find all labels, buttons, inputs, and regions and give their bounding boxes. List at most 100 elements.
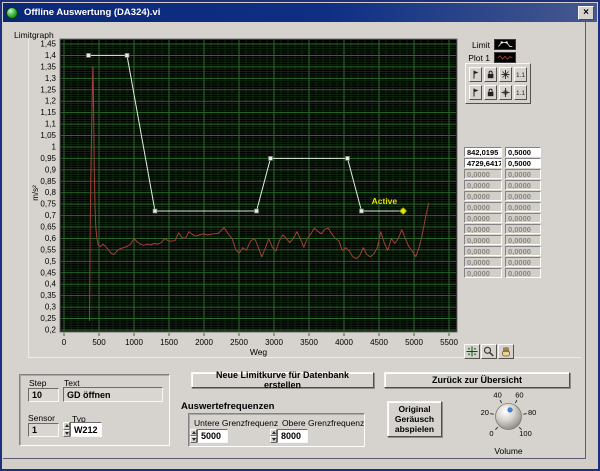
cursor-value-cell[interactable]: 0,0000 [464,224,502,234]
svg-text:60: 60 [515,391,523,400]
lower-spin-down[interactable] [190,436,197,443]
cursor-value-cell[interactable]: 0,5000 [505,158,541,168]
svg-text:0,65: 0,65 [40,223,56,232]
svg-text:0,4: 0,4 [45,280,57,289]
cursor-value-cell[interactable]: 0,0000 [464,202,502,212]
svg-text:0,7: 0,7 [45,211,57,220]
cursor1-position-button[interactable]: 1.1 [514,67,527,82]
cursor-row: 842,01950,5000 [464,147,541,157]
cursor1-lock-button[interactable] [484,67,497,82]
new-limit-curve-button[interactable]: Neue Limitkurve für Datenbank erstellen [191,372,374,388]
lower-frequency-field[interactable]: 5000 [197,429,228,443]
cursor-value-cell[interactable]: 0,0000 [464,169,502,179]
svg-text:20: 20 [481,408,489,417]
svg-text:0,55: 0,55 [40,245,56,254]
magnifier-icon [483,346,495,357]
cursor-value-cell[interactable]: 0,0000 [505,246,541,256]
svg-text:3000: 3000 [265,338,283,347]
cursor-value-cell[interactable]: 0,0000 [505,224,541,234]
volume-knob[interactable]: 020406080100 [480,388,537,445]
cursor-value-cell[interactable]: 0,0000 [505,257,541,267]
upper-spin-up[interactable] [270,429,277,436]
sensor-label: Sensor [28,413,55,423]
cursor-row: 0,00000,0000 [464,202,541,212]
svg-text:1: 1 [52,142,57,151]
limit-graph-plot[interactable]: Active0,20,250,30,350,40,450,50,550,60,6… [8,30,460,362]
typ-spin-up[interactable] [63,422,70,430]
svg-text:m/s²: m/s² [31,185,40,201]
text-field[interactable]: GD öffnen [63,387,163,402]
svg-text:0,3: 0,3 [45,303,57,312]
typ-field[interactable]: W212 [70,422,102,437]
cursor-value-cell[interactable]: 0,0000 [464,180,502,190]
cursor-value-cell[interactable]: 0,0000 [464,268,502,278]
legend-row-limit[interactable]: Limit [462,38,516,51]
vi-icon [6,7,18,19]
cursor-row: 0,00000,0000 [464,224,541,234]
frequencies-group-label: Auswertefrequenzen [181,401,274,412]
play-original-button[interactable]: Original Geräusch abspielen [387,401,442,437]
palette-zoom-button[interactable] [481,344,497,359]
cursor1-style-button[interactable] [499,67,512,82]
cursor-value-cell[interactable]: 0,0000 [464,246,502,256]
cursor-value-cell[interactable]: 0,0000 [505,213,541,223]
svg-text:1,4: 1,4 [45,51,57,60]
cursor-value-cell[interactable]: 0,0000 [464,235,502,245]
cursor-value-cell[interactable]: 0,0000 [505,180,541,190]
cursor-row: 0,00000,0000 [464,257,541,267]
legend-label-limit: Limit [462,40,494,50]
cursor-value-cell[interactable]: 0,0000 [505,268,541,278]
cursor-value-cell[interactable]: 0,0000 [505,169,541,179]
svg-text:1.1: 1.1 [516,90,525,97]
cursor-value-cell[interactable]: 0,0000 [464,213,502,223]
svg-text:0,45: 0,45 [40,268,56,277]
upper-spin-down[interactable] [270,436,277,443]
lock-icon [486,87,495,98]
typ-spin-down[interactable] [63,430,70,438]
svg-text:5000: 5000 [405,338,423,347]
crosshair-icon [466,346,478,357]
title-bar: Offline Auswertung (DA324).vi × [3,3,597,22]
limit-curve-icon[interactable] [494,39,516,50]
cursor-value-cell[interactable]: 0,0000 [505,202,541,212]
svg-text:0,25: 0,25 [40,314,56,323]
svg-text:0: 0 [62,338,67,347]
svg-text:4000: 4000 [335,338,353,347]
back-to-overview-button[interactable]: Zurück zur Übersicht [384,372,570,388]
volume-label: Volume [480,446,537,456]
svg-text:5500: 5500 [440,338,458,347]
cursor2-position-button[interactable]: 1.1 [514,85,527,100]
cursor-value-cell[interactable]: 0,5000 [505,147,541,157]
cursor-value-cell[interactable]: 0,0000 [464,257,502,267]
lower-frequency-spinner[interactable] [190,429,197,443]
cursor-row: 0,00000,0000 [464,246,541,256]
cursor-value-cell[interactable]: 842,0195 [464,147,502,157]
cursor2-lock-button[interactable] [484,85,497,100]
svg-text:1,05: 1,05 [40,131,56,140]
plot1-curve-icon[interactable] [494,52,516,63]
typ-spinner[interactable] [63,422,70,437]
upper-frequency-field[interactable]: 8000 [277,429,308,443]
cursor-value-cell[interactable]: 0,0000 [464,191,502,201]
svg-text:0,8: 0,8 [45,188,57,197]
cursor-values-table: 842,01950,50004729,64170,50000,00000,000… [464,147,541,279]
lower-spin-up[interactable] [190,429,197,436]
upper-frequency-label: Obere Grenzfrequenz [282,418,364,428]
cursor1-select-button[interactable] [469,67,482,82]
palette-crosshair-button[interactable] [464,344,480,359]
crosshair-style-icon [501,69,510,80]
cursor2-style-button[interactable] [499,85,512,100]
cursor-pointer-icon [471,69,480,80]
svg-text:0: 0 [489,429,493,438]
step-field[interactable]: 10 [28,388,59,402]
cursor-value-cell[interactable]: 0,0000 [505,191,541,201]
cursor-value-cell[interactable]: 0,0000 [505,235,541,245]
cursor-value-cell[interactable]: 4729,6417 [464,158,502,168]
close-button[interactable]: × [578,6,594,20]
palette-pan-button[interactable] [498,344,514,359]
upper-frequency-spinner[interactable] [270,429,277,443]
svg-text:0,75: 0,75 [40,200,56,209]
cursor2-select-button[interactable] [469,85,482,100]
crosshair-style-icon [501,87,510,98]
sensor-field[interactable]: 1 [28,423,59,437]
